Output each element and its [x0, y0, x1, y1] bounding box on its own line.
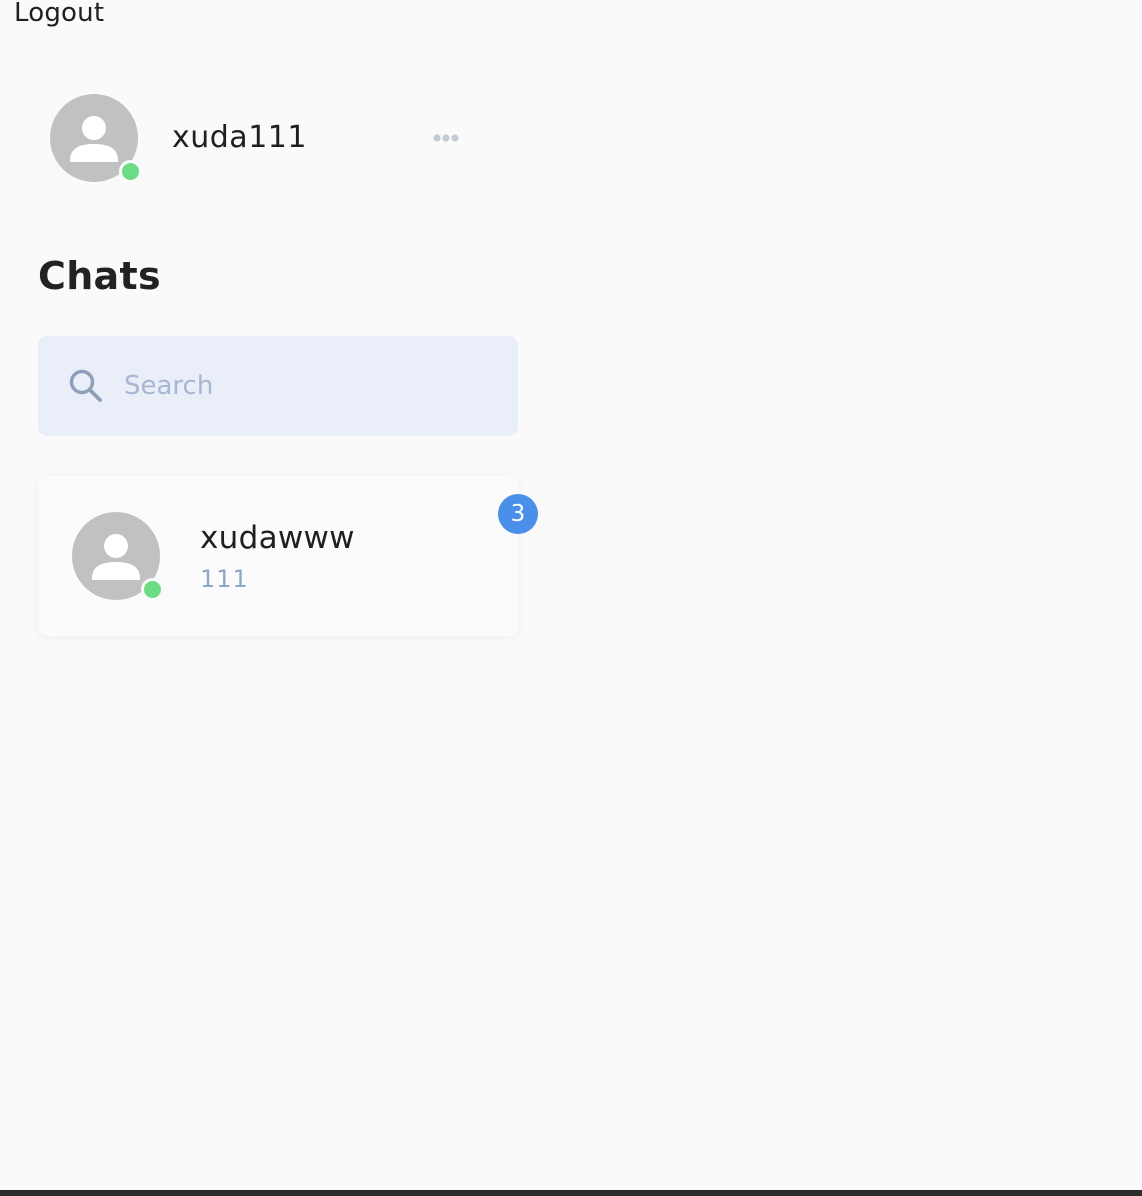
- online-status-indicator: [141, 578, 164, 601]
- chats-heading: Chats: [38, 254, 161, 298]
- bottom-edge-bar: [0, 1190, 1142, 1196]
- chat-list-item[interactable]: xudawww 111: [38, 476, 518, 636]
- search-icon: [66, 366, 106, 406]
- more-options-button[interactable]: [422, 126, 470, 150]
- online-status-indicator: [119, 160, 142, 183]
- chat-contact-name: xudawww: [200, 520, 355, 556]
- more-horizontal-icon: [433, 134, 459, 142]
- current-user-avatar[interactable]: [50, 94, 142, 183]
- chat-avatar: [72, 512, 164, 601]
- current-username: xuda111: [172, 120, 307, 155]
- current-user-profile: xuda111: [50, 94, 480, 183]
- chat-last-message: 111: [200, 565, 249, 593]
- search-input[interactable]: [124, 360, 494, 412]
- unread-count-badge: 3: [498, 494, 538, 534]
- logout-link[interactable]: Logout: [14, 0, 104, 32]
